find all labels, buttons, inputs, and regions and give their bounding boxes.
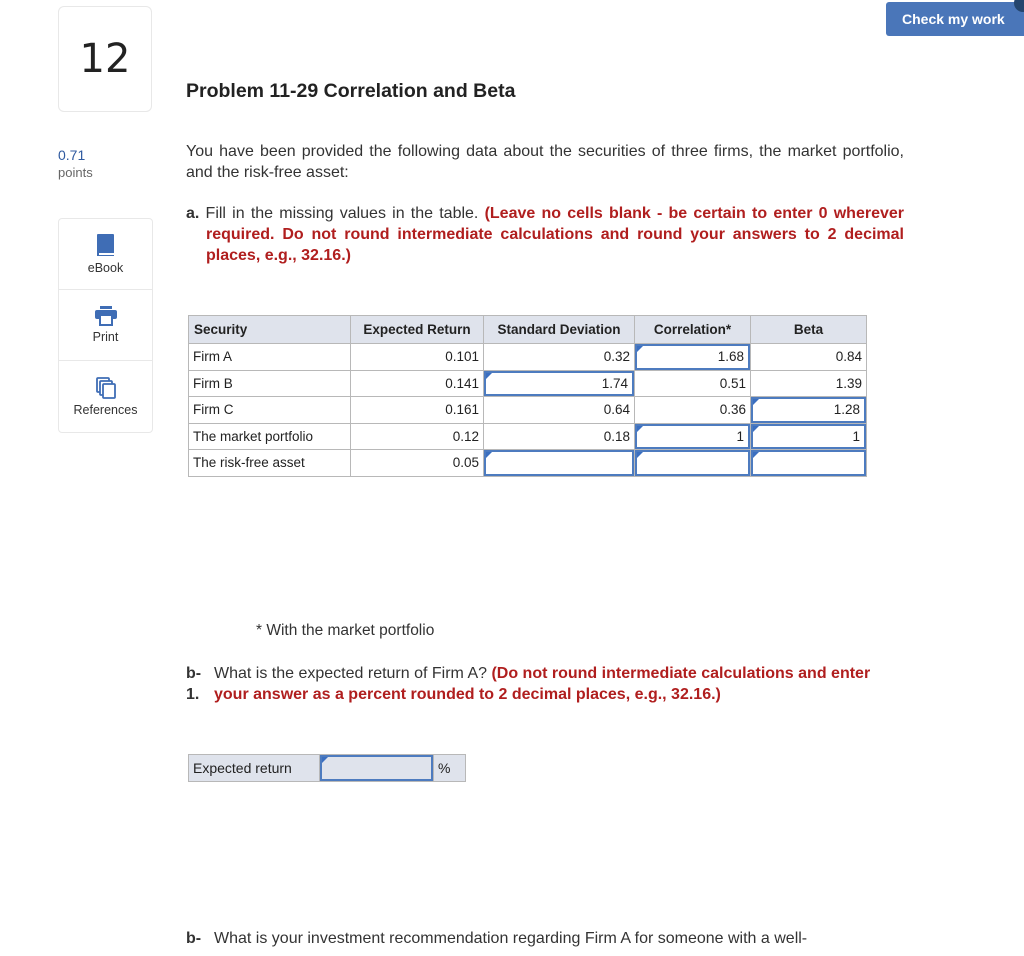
beta-input-value: 1 bbox=[852, 428, 860, 444]
std-dev-value: 0.18 bbox=[483, 422, 635, 450]
header-expected-return: Expected Return bbox=[350, 315, 484, 344]
expected-return-value: 0.141 bbox=[350, 369, 484, 397]
table-row: The risk-free asset 0.05 bbox=[188, 449, 867, 477]
ebook-button[interactable]: eBook bbox=[59, 219, 152, 290]
beta-input-value: 1.28 bbox=[833, 402, 860, 418]
correlation-input-value: 1.68 bbox=[717, 349, 744, 365]
securities-table: Security Expected Return Standard Deviat… bbox=[188, 315, 867, 477]
input-flag-icon bbox=[637, 346, 643, 352]
table-row: Firm A 0.101 0.32 1.68 0.84 bbox=[188, 343, 867, 371]
points-label: points bbox=[58, 165, 93, 180]
correlation-value: 0.51 bbox=[634, 369, 751, 397]
print-button[interactable]: Print bbox=[59, 290, 152, 361]
security-name: The risk-free asset bbox=[188, 449, 351, 477]
header-beta: Beta bbox=[750, 315, 867, 344]
security-name: Firm B bbox=[188, 369, 351, 397]
input-flag-icon bbox=[637, 425, 643, 432]
correlation-input-value: 1 bbox=[736, 428, 744, 444]
expected-return-answer-table: Expected return % bbox=[188, 754, 466, 782]
expected-return-value: 0.05 bbox=[350, 449, 484, 477]
part-b1-prefix: b- 1. bbox=[186, 663, 214, 705]
std-dev-input[interactable] bbox=[484, 450, 634, 476]
problem-intro: You have been provided the following dat… bbox=[186, 143, 904, 181]
part-b2-prefix: b- bbox=[186, 930, 202, 947]
table-header-row: Security Expected Return Standard Deviat… bbox=[188, 315, 867, 344]
expected-return-row: Expected return % bbox=[188, 754, 466, 782]
beta-input-cell[interactable]: 1.28 bbox=[750, 396, 867, 424]
beta-value: 1.39 bbox=[750, 369, 867, 397]
std-dev-value: 0.64 bbox=[483, 396, 635, 424]
part-a-text: Fill in the missing values in the table. bbox=[199, 205, 485, 222]
header-correlation: Correlation* bbox=[634, 315, 751, 344]
security-name: Firm A bbox=[188, 343, 351, 371]
input-flag-icon bbox=[486, 372, 492, 379]
correlation-input[interactable] bbox=[635, 450, 750, 476]
printer-icon bbox=[94, 306, 117, 326]
expected-return-label: Expected return bbox=[188, 754, 320, 782]
std-dev-input-cell[interactable] bbox=[483, 449, 635, 477]
input-flag-icon bbox=[753, 452, 759, 458]
table-row: Firm B 0.141 1.74 0.51 1.39 bbox=[188, 369, 867, 397]
security-name: The market portfolio bbox=[188, 422, 351, 450]
print-label: Print bbox=[92, 330, 119, 344]
std-dev-input-value: 1.74 bbox=[601, 375, 628, 391]
input-flag-icon bbox=[637, 452, 643, 458]
points-value: 0.71 bbox=[58, 147, 86, 163]
header-standard-deviation: Standard Deviation bbox=[483, 315, 635, 344]
expected-return-value: 0.101 bbox=[350, 343, 484, 371]
beta-input-cell[interactable] bbox=[750, 449, 867, 477]
beta-input[interactable]: 1 bbox=[751, 423, 866, 449]
input-flag-icon bbox=[753, 425, 759, 432]
std-dev-value: 0.32 bbox=[483, 343, 635, 371]
points-display: 0.71 points bbox=[58, 146, 93, 182]
beta-input-cell[interactable]: 1 bbox=[750, 422, 867, 450]
tools-panel: eBook Print References bbox=[58, 218, 153, 433]
part-b1-prefix-line1: b- bbox=[186, 665, 202, 682]
part-b1-text: What is the expected return of Firm A? bbox=[214, 665, 492, 682]
part-b2-text: What is your investment recommendation r… bbox=[214, 930, 808, 947]
part-a-prefix: a. bbox=[186, 205, 200, 222]
table-footnote: * With the market portfolio bbox=[256, 622, 435, 639]
part-b1-body: What is the expected return of Firm A? (… bbox=[214, 663, 904, 705]
part-b1-prompt: b- 1. What is the expected return of Fir… bbox=[186, 663, 904, 705]
std-dev-input-cell[interactable]: 1.74 bbox=[483, 369, 635, 397]
table-row: The market portfolio 0.12 0.18 1 1 bbox=[188, 422, 867, 450]
part-b1-prefix-line2: 1. bbox=[186, 686, 200, 703]
expected-return-input[interactable] bbox=[320, 755, 433, 781]
expected-return-value: 0.12 bbox=[350, 422, 484, 450]
book-icon bbox=[96, 233, 116, 257]
problem-title: Problem 11-29 Correlation and Beta bbox=[186, 80, 516, 102]
part-b2-prompt: b- What is your investment recommendatio… bbox=[186, 928, 904, 949]
percent-unit: % bbox=[433, 754, 466, 782]
beta-value: 0.84 bbox=[750, 343, 867, 371]
expected-return-input-cell[interactable] bbox=[319, 754, 434, 782]
references-icon bbox=[95, 376, 116, 399]
correlation-input-cell[interactable]: 1 bbox=[634, 422, 751, 450]
correlation-value: 0.36 bbox=[634, 396, 751, 424]
expected-return-value: 0.161 bbox=[350, 396, 484, 424]
input-flag-icon bbox=[753, 399, 759, 405]
part-a-prompt: a. Fill in the missing values in the tab… bbox=[186, 203, 904, 266]
beta-input[interactable] bbox=[751, 450, 866, 476]
correlation-input[interactable]: 1.68 bbox=[635, 344, 750, 370]
references-button[interactable]: References bbox=[59, 361, 152, 432]
check-my-work-button[interactable]: Check my work bbox=[886, 2, 1024, 36]
security-name: Firm C bbox=[188, 396, 351, 424]
references-label: References bbox=[73, 402, 138, 417]
ebook-label: eBook bbox=[87, 261, 124, 275]
input-flag-icon bbox=[322, 757, 328, 763]
correlation-input-cell[interactable]: 1.68 bbox=[634, 343, 751, 371]
beta-input[interactable]: 1.28 bbox=[751, 397, 866, 423]
table-row: Firm C 0.161 0.64 0.36 1.28 bbox=[188, 396, 867, 424]
correlation-input-cell[interactable] bbox=[634, 449, 751, 477]
std-dev-input[interactable]: 1.74 bbox=[484, 370, 634, 396]
input-flag-icon bbox=[486, 452, 492, 458]
header-security: Security bbox=[188, 315, 351, 344]
correlation-input[interactable]: 1 bbox=[635, 423, 750, 449]
question-number: 12 bbox=[58, 6, 152, 112]
